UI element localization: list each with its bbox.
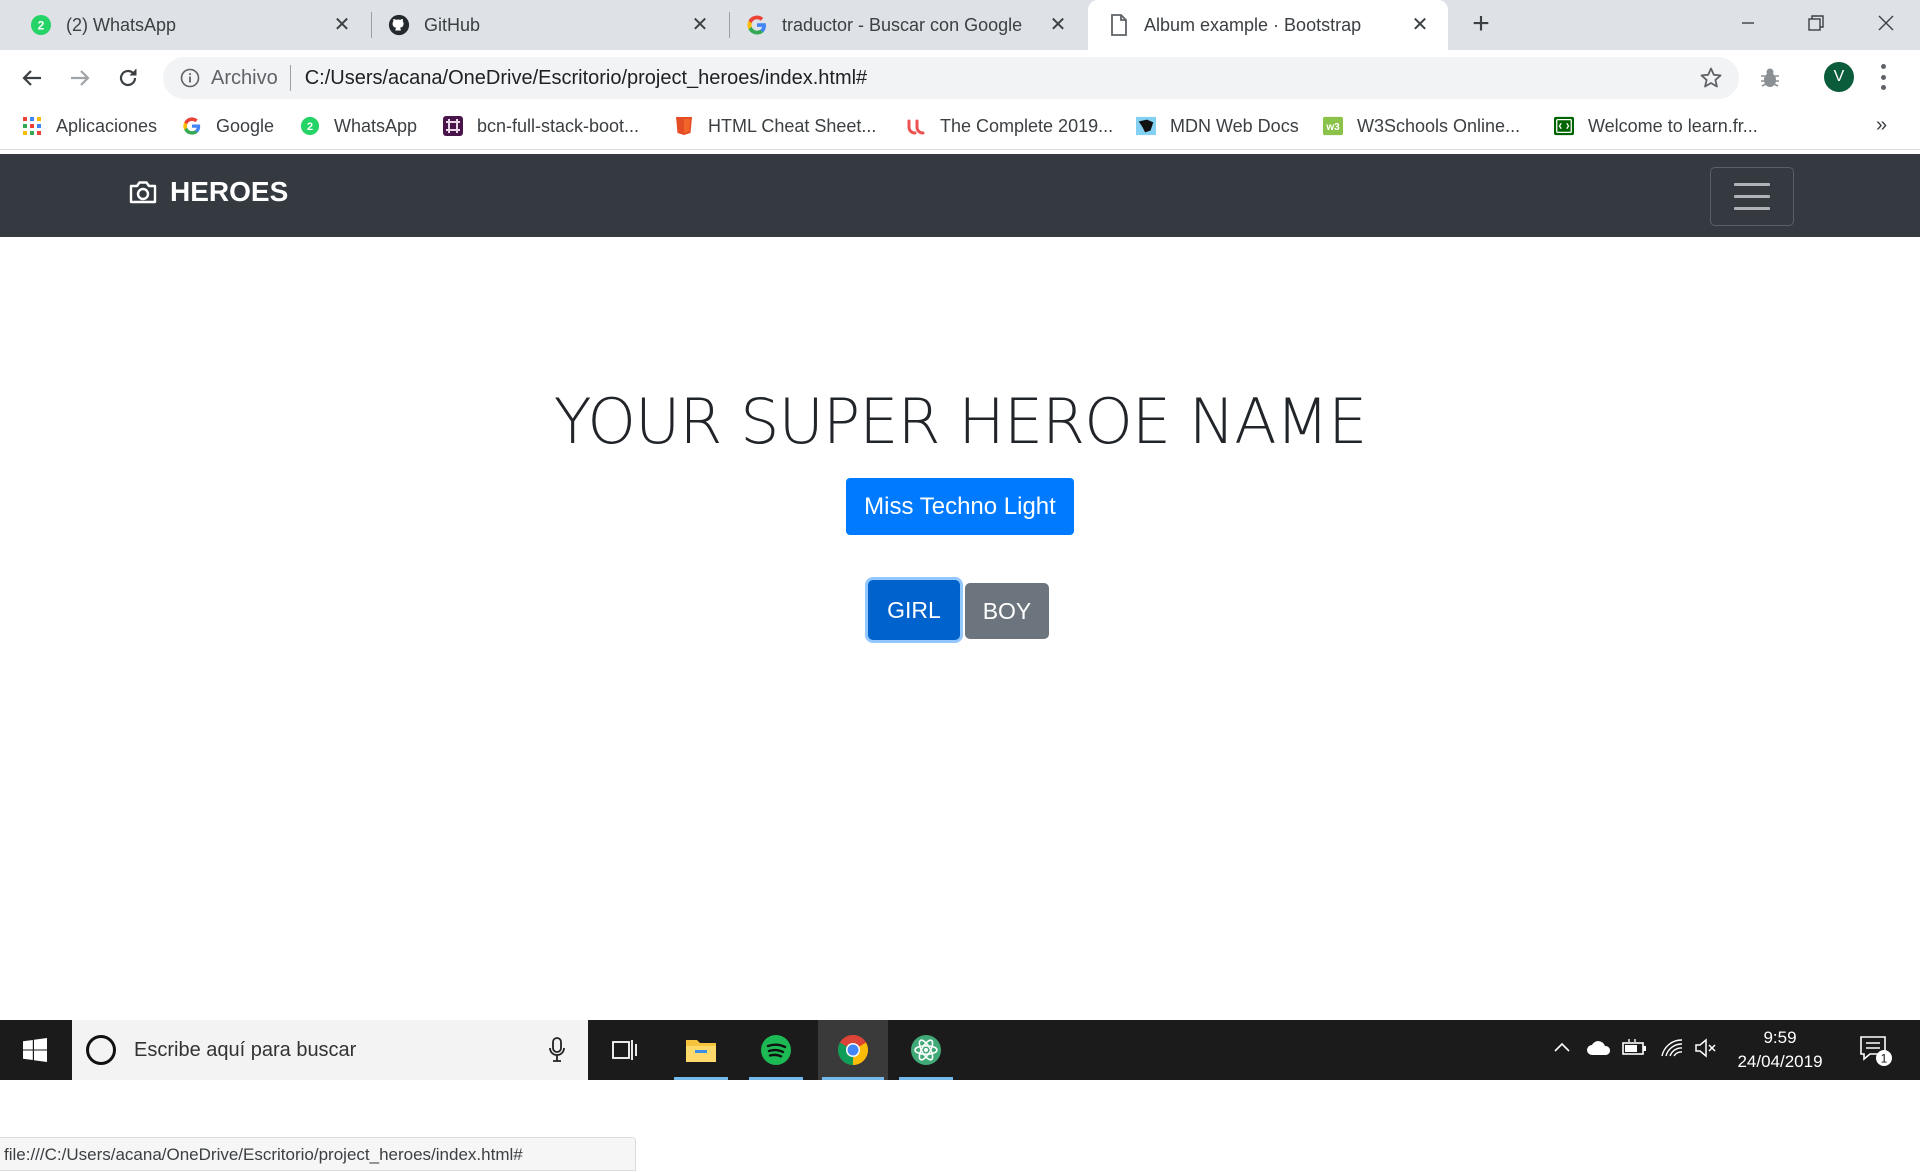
close-icon[interactable]: ✕: [688, 13, 712, 37]
new-tab-button[interactable]: +: [1466, 9, 1496, 40]
window-close-icon[interactable]: [1852, 0, 1920, 46]
bookmark-label: Aplicaciones: [56, 115, 158, 136]
mdn-icon: [1136, 116, 1156, 136]
html5-icon: [674, 116, 694, 136]
close-icon[interactable]: ✕: [330, 13, 354, 37]
taskbar-search-box[interactable]: Escribe aquí para buscar: [72, 1020, 588, 1080]
tab-whatsapp[interactable]: 2 (2) WhatsApp ✕: [0, 0, 370, 50]
boy-button[interactable]: BOY: [965, 583, 1049, 639]
udemy-icon: [906, 116, 926, 136]
bookmark-item[interactable]: HTML Cheat Sheet...: [674, 106, 876, 146]
tab-google-search[interactable]: traductor - Buscar con Google ✕: [716, 0, 1086, 50]
task-view-icon[interactable]: [594, 1020, 656, 1080]
minimize-icon[interactable]: [1714, 0, 1782, 46]
browser-toolbar: Archivo C:/Users/acana/OneDrive/Escritor…: [0, 50, 1920, 106]
battery-icon[interactable]: [1622, 1038, 1648, 1063]
svg-text:2: 2: [307, 121, 313, 133]
chrome-icon[interactable]: [818, 1020, 888, 1080]
reload-icon[interactable]: [110, 60, 146, 96]
page-title: YOUR SUPER HEROE NAME: [553, 385, 1368, 458]
star-icon[interactable]: [1699, 66, 1723, 95]
more-menu-icon[interactable]: [1878, 64, 1888, 90]
back-icon[interactable]: [14, 60, 50, 96]
google-icon: [746, 14, 768, 36]
github-icon: [388, 14, 410, 36]
tab-album-example[interactable]: Album example · Bootstrap ✕: [1088, 0, 1448, 50]
freecodecamp-icon: [1554, 116, 1574, 136]
hamburger-icon: [1734, 183, 1770, 186]
bookmark-label: HTML Cheat Sheet...: [708, 115, 877, 136]
action-center-icon[interactable]: 1: [1858, 1034, 1892, 1073]
whatsapp-icon: 2: [300, 116, 320, 136]
bookmark-item[interactable]: Aplicaciones: [22, 106, 157, 146]
forward-icon[interactable]: [62, 60, 98, 96]
tab-title: GitHub: [424, 14, 481, 35]
site-navbar: HEROES: [0, 154, 1920, 237]
google-icon: [182, 116, 202, 136]
atom-icon[interactable]: [895, 1020, 957, 1080]
w3schools-icon: w3: [1323, 116, 1343, 136]
windows-start-icon[interactable]: [0, 1020, 70, 1080]
bookmark-item[interactable]: bcn-full-stack-boot...: [443, 106, 639, 146]
bookmarks-bar: Aplicaciones Google 2 WhatsApp bcn-full-…: [0, 106, 1920, 150]
camera-icon: [128, 177, 158, 207]
bookmark-label: WhatsApp: [334, 115, 418, 136]
file-explorer-icon[interactable]: [670, 1020, 732, 1080]
bookmark-label: The Complete 2019...: [940, 115, 1114, 136]
bookmark-label: MDN Web Docs: [1170, 115, 1299, 136]
url-text[interactable]: C:/Users/acana/OneDrive/Escritorio/proje…: [305, 67, 867, 90]
system-clock[interactable]: 9:59 24/04/2019: [1720, 1026, 1840, 1074]
svg-text:1: 1: [1881, 1052, 1888, 1066]
spotify-icon[interactable]: [745, 1020, 807, 1080]
address-bar[interactable]: Archivo C:/Users/acana/OneDrive/Escritor…: [163, 57, 1739, 99]
navbar-brand[interactable]: HEROES: [128, 176, 288, 208]
bookmark-item[interactable]: Welcome to learn.fr...: [1554, 106, 1758, 146]
restore-icon[interactable]: [1782, 0, 1850, 46]
bookmark-item[interactable]: Google: [182, 106, 274, 146]
cortana-icon[interactable]: [86, 1035, 116, 1065]
profile-avatar[interactable]: V: [1824, 62, 1854, 92]
navbar-toggler-button[interactable]: [1710, 167, 1794, 226]
origin-label: Archivo: [211, 66, 278, 89]
windows-taskbar: Escribe aquí para buscar 9:59 24/04/2019…: [0, 1020, 1920, 1080]
search-placeholder: Escribe aquí para buscar: [134, 1038, 357, 1061]
apps-grid-icon: [22, 116, 42, 136]
volume-muted-icon[interactable]: [1694, 1038, 1718, 1063]
page-viewport: HEROES YOUR SUPER HEROE NAME Miss Techno…: [0, 151, 1920, 1171]
bookmark-item[interactable]: w3 W3Schools Online...: [1323, 106, 1520, 146]
bookmarks-overflow-button[interactable]: »: [1876, 114, 1887, 137]
clock-time: 9:59: [1763, 1028, 1797, 1047]
bookmark-label: Welcome to learn.fr...: [1588, 115, 1758, 136]
wifi-icon[interactable]: [1660, 1038, 1684, 1063]
girl-button[interactable]: GIRL: [868, 580, 960, 640]
tab-strip: 2 (2) WhatsApp ✕ GitHub ✕ traductor - Bu…: [0, 0, 1920, 50]
bookmark-item[interactable]: The Complete 2019...: [906, 106, 1113, 146]
tab-github[interactable]: GitHub ✕: [358, 0, 728, 50]
bookmark-label: W3Schools Online...: [1357, 115, 1521, 136]
microphone-icon[interactable]: [548, 1037, 566, 1068]
tab-title: Album example · Bootstrap: [1144, 14, 1362, 35]
bug-extension-icon[interactable]: [1758, 66, 1782, 95]
onedrive-icon[interactable]: [1586, 1038, 1612, 1063]
bookmark-item[interactable]: 2 WhatsApp: [300, 106, 417, 146]
slack-icon: [443, 116, 463, 136]
bookmark-label: Google: [216, 115, 275, 136]
bookmark-label: bcn-full-stack-boot...: [477, 115, 640, 136]
whatsapp-icon: 2: [30, 14, 52, 36]
close-icon[interactable]: ✕: [1046, 13, 1070, 37]
info-icon[interactable]: [179, 67, 201, 89]
svg-text:2: 2: [38, 19, 45, 33]
hero-name-button[interactable]: Miss Techno Light: [846, 478, 1074, 535]
clock-date: 24/04/2019: [1737, 1052, 1823, 1071]
bookmark-item[interactable]: MDN Web Docs: [1136, 106, 1299, 146]
tab-title: traductor - Buscar con Google: [782, 14, 1023, 35]
close-icon[interactable]: ✕: [1408, 13, 1432, 37]
tab-title: (2) WhatsApp: [66, 14, 177, 35]
brand-label: HEROES: [170, 176, 289, 207]
document-icon: [1108, 14, 1130, 36]
divider: [289, 65, 291, 91]
svg-text:w3: w3: [1325, 122, 1340, 133]
chevron-up-icon[interactable]: [1552, 1038, 1572, 1063]
status-bar-url: file:///C:/Users/acana/OneDrive/Escritor…: [0, 1137, 636, 1171]
